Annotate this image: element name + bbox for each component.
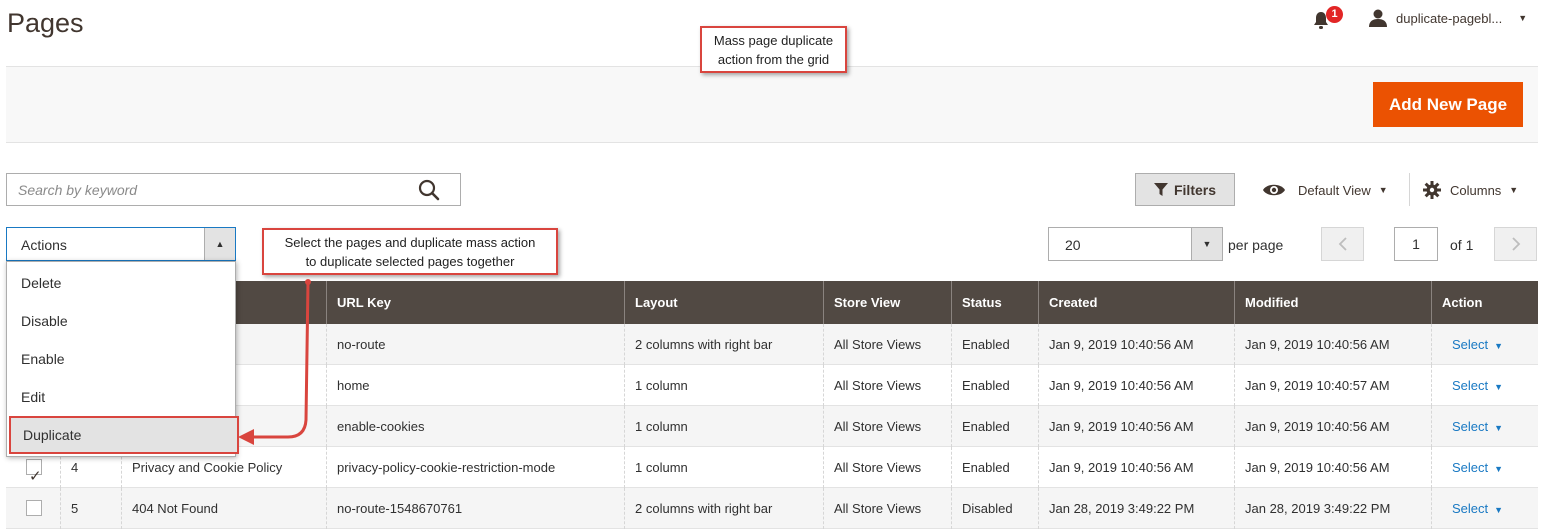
callout-arrow: [238, 279, 311, 445]
